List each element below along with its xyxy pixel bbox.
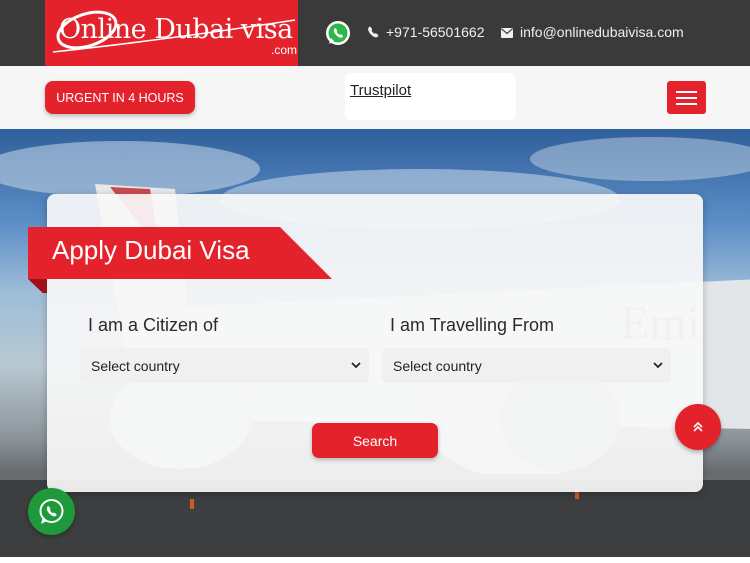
travelling-select-value: Select country xyxy=(393,358,482,374)
phone-icon xyxy=(368,26,379,38)
hamburger-menu-icon xyxy=(676,91,697,93)
logo-text: Online Dubai visa xyxy=(59,14,293,45)
email-address[interactable]: info@onlinedubaivisa.com xyxy=(520,24,684,40)
form-title-banner: Apply Dubai Visa xyxy=(28,227,332,293)
citizen-country-select[interactable]: Select country xyxy=(80,348,369,383)
nav-bar: URGENT IN 4 HOURS Trustpilot xyxy=(0,66,750,129)
scroll-to-top-button[interactable] xyxy=(675,404,721,450)
logo-domain: .com xyxy=(270,43,297,57)
travelling-country-select[interactable]: Select country xyxy=(382,348,671,383)
mail-icon xyxy=(501,28,513,38)
search-button[interactable]: Search xyxy=(312,423,438,458)
whatsapp-icon[interactable] xyxy=(325,20,351,46)
whatsapp-icon xyxy=(39,499,64,524)
citizen-label: I am a Citizen of xyxy=(88,315,219,335)
travelling-from-label: I am Travelling From xyxy=(390,315,555,335)
form-title: Apply Dubai Visa xyxy=(52,235,250,265)
phone-number[interactable]: +971-56501662 xyxy=(386,24,485,40)
hamburger-menu-button[interactable] xyxy=(667,81,706,114)
trustpilot-link[interactable]: Trustpilot xyxy=(350,82,411,99)
site-logo[interactable]: Online Dubai visa .com xyxy=(45,0,298,66)
urgent-button[interactable]: URGENT IN 4 HOURS xyxy=(45,81,195,114)
chevron-down-icon xyxy=(351,362,361,369)
trustpilot-widget: Trustpilot xyxy=(345,73,516,120)
chevron-down-icon xyxy=(653,362,663,369)
whatsapp-chat-button[interactable] xyxy=(28,488,75,535)
page-bottom-strip xyxy=(0,557,750,563)
double-chevron-up-icon xyxy=(693,421,703,432)
citizen-select-value: Select country xyxy=(91,358,180,374)
top-bar: Online Dubai visa .com +971-56501662 inf… xyxy=(0,0,750,66)
